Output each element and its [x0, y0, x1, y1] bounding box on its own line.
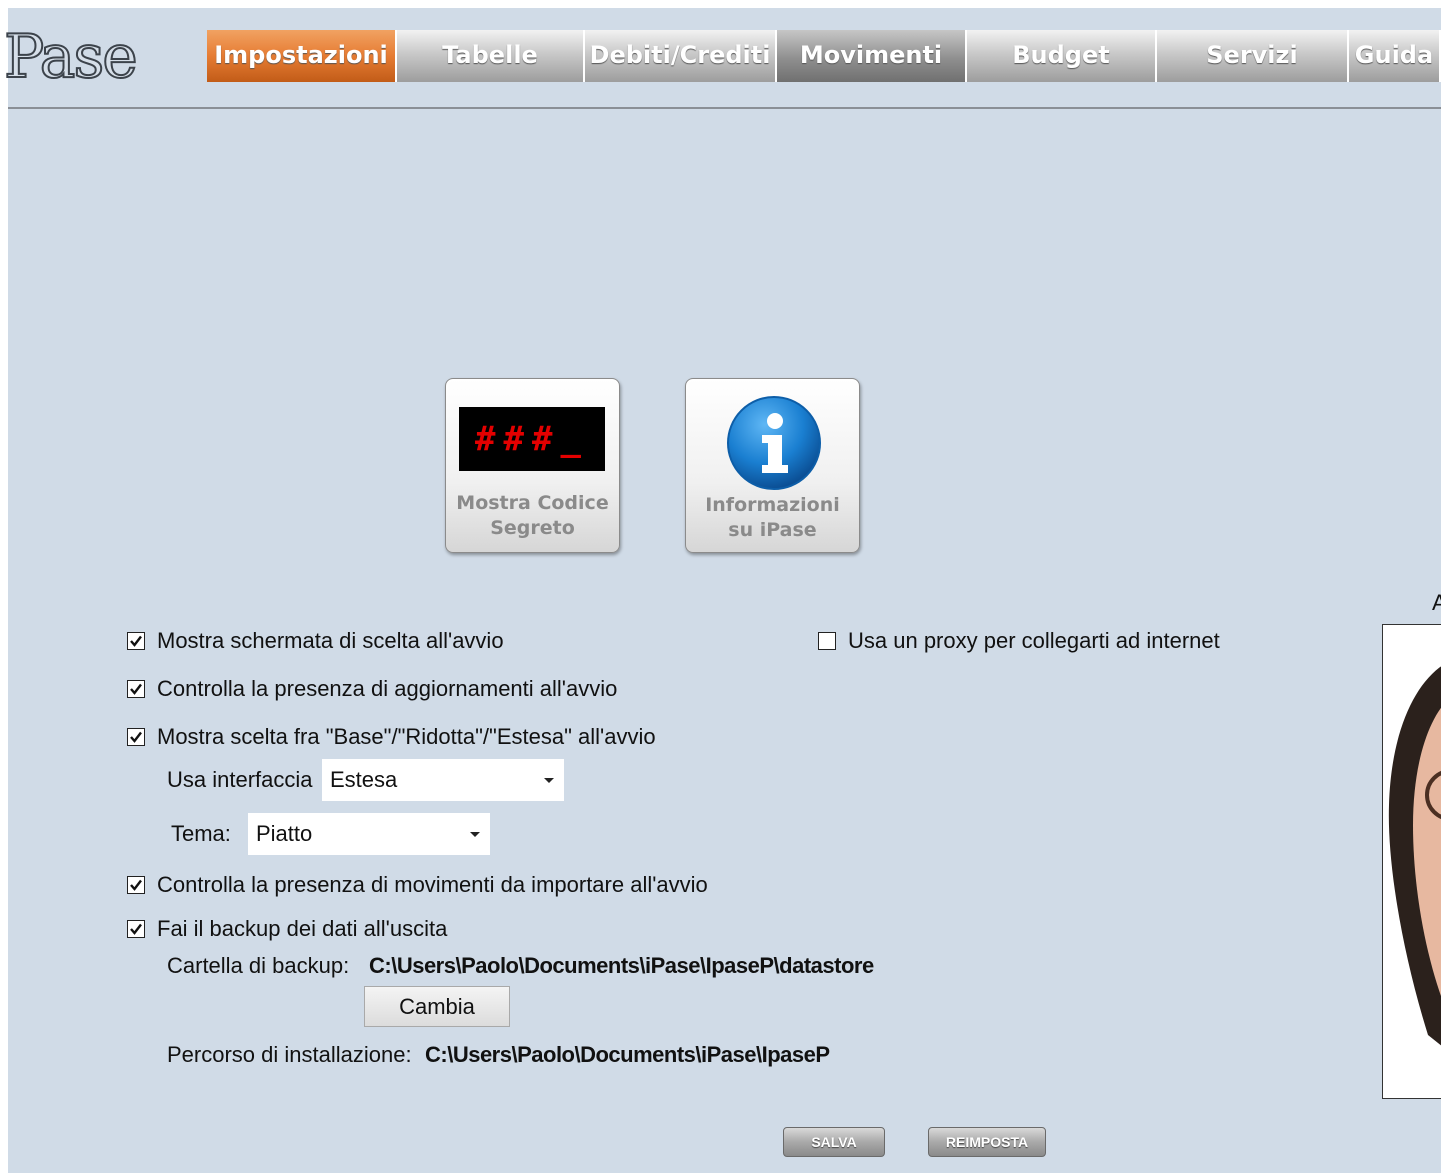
show-interface-choice-checkbox[interactable] — [127, 728, 145, 746]
tab-servizi[interactable]: Servizi — [1157, 30, 1349, 82]
backup-on-exit-checkbox[interactable] — [127, 920, 145, 938]
portrait-image — [1388, 666, 1441, 1046]
secret-code-display-icon: ###_ — [459, 407, 605, 471]
tab-movimenti[interactable]: Movimenti — [777, 30, 967, 82]
header-divider — [8, 107, 1441, 109]
interface-select[interactable]: Estesa — [322, 759, 564, 801]
author-photo — [1382, 624, 1441, 1099]
info-icon — [727, 396, 821, 490]
checkmark-icon — [130, 683, 142, 695]
show-interface-choice-label: Mostra scelta fra "Base"/"Ridotta"/"Este… — [157, 724, 656, 749]
backup-on-exit-label: Fai il backup dei dati all'uscita — [157, 916, 448, 941]
show-choice-screen-checkbox[interactable] — [127, 632, 145, 650]
theme-label: Tema: — [171, 821, 231, 846]
check-movements-checkbox[interactable] — [127, 876, 145, 894]
chevron-down-icon — [544, 778, 554, 783]
save-button[interactable]: SALVA — [783, 1127, 885, 1157]
app-logo: Pase — [3, 21, 139, 93]
check-movements-label: Controlla la presenza di movimenti da im… — [157, 872, 708, 897]
checkmark-icon — [130, 635, 142, 647]
theme-select-value: Piatto — [256, 821, 313, 846]
backup-folder-label: Cartella di backup: — [167, 953, 350, 978]
tab-impostazioni[interactable]: Impostazioni — [207, 30, 397, 82]
theme-select[interactable]: Piatto — [248, 813, 490, 855]
main-tab-bar: Impostazioni Tabelle Debiti/Crediti Movi… — [207, 30, 1441, 82]
side-panel-caption: A — [1432, 590, 1441, 615]
show-secret-code-label-1: Mostra Codice — [456, 492, 609, 514]
chevron-down-icon — [470, 832, 480, 837]
tab-debiti-crediti[interactable]: Debiti/Crediti — [585, 30, 777, 82]
about-ipase-button[interactable]: Informazioni su iPase — [685, 378, 860, 553]
interface-select-value: Estesa — [330, 767, 398, 792]
tab-guida[interactable]: Guida — [1349, 30, 1441, 82]
install-path-value: C:\Users\Paolo\Documents\iPase\IpaseP — [425, 1042, 830, 1067]
check-updates-checkbox[interactable] — [127, 680, 145, 698]
check-updates-label: Controlla la presenza di aggiornamenti a… — [157, 676, 618, 701]
about-ipase-label-1: Informazioni — [705, 494, 840, 516]
reset-button[interactable]: REIMPOSTA — [928, 1127, 1046, 1157]
show-secret-code-label-2: Segreto — [490, 517, 575, 539]
checkmark-icon — [130, 879, 142, 891]
left-border — [0, 0, 8, 1173]
use-proxy-label: Usa un proxy per collegarti ad internet — [848, 628, 1220, 653]
tab-tabelle[interactable]: Tabelle — [397, 30, 585, 82]
use-proxy-checkbox[interactable] — [818, 632, 836, 650]
install-path-label: Percorso di installazione: — [167, 1042, 412, 1067]
change-backup-folder-button[interactable]: Cambia — [364, 986, 510, 1027]
show-secret-code-button[interactable]: ###_ Mostra Codice Segreto — [445, 378, 620, 553]
interface-label: Usa interfaccia — [167, 767, 313, 792]
backup-folder-path: C:\Users\Paolo\Documents\iPase\IpaseP\da… — [369, 953, 874, 978]
checkmark-icon — [130, 731, 142, 743]
about-ipase-label-2: su iPase — [728, 519, 817, 541]
tab-budget[interactable]: Budget — [967, 30, 1157, 82]
show-choice-screen-label: Mostra schermata di scelta all'avvio — [157, 628, 504, 653]
checkmark-icon — [130, 923, 142, 935]
top-border — [0, 0, 1441, 8]
